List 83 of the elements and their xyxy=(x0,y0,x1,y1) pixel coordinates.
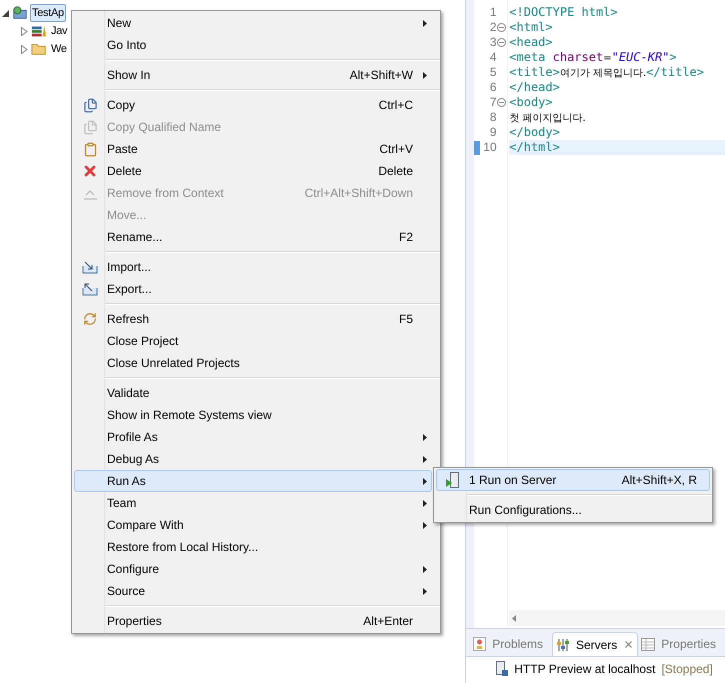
line-number: 7 xyxy=(488,95,497,110)
menu-item[interactable]: Import... xyxy=(74,256,432,278)
line-number: 10 xyxy=(482,140,497,155)
line-number: 4 xyxy=(488,50,497,65)
server-icon xyxy=(496,661,508,677)
code-line: </body> xyxy=(509,125,561,140)
menu-item[interactable]: Close Unrelated Projects xyxy=(74,352,432,374)
menu-item[interactable]: Export... xyxy=(74,278,432,300)
menu-item[interactable]: 1 Run on Server Alt+Shift+X, R xyxy=(436,469,710,491)
code-line: <!DOCTYPE html> xyxy=(509,5,619,20)
menu-item[interactable]: Run As xyxy=(74,470,432,492)
globe-project-icon xyxy=(12,5,28,21)
code-line: <title>여기가 제목입니다.</title> xyxy=(509,65,705,80)
folder-icon xyxy=(31,41,47,57)
run-server-icon xyxy=(445,472,459,488)
submenu-arrow-icon xyxy=(423,434,427,440)
copy-icon xyxy=(82,98,98,112)
menu-item[interactable]: Go Into xyxy=(74,34,432,56)
export-icon xyxy=(82,282,98,296)
tree-item[interactable]: Jav xyxy=(49,22,70,40)
server-status: [Stopped] xyxy=(661,661,713,678)
line-number: 8 xyxy=(488,110,497,125)
submenu-arrow-icon xyxy=(423,72,427,78)
panel-tab[interactable]: Servers xyxy=(552,632,638,656)
menu-item[interactable]: Properties Alt+Enter xyxy=(74,610,432,632)
menu-item[interactable]: Source xyxy=(74,580,432,602)
line-number: 5 xyxy=(488,65,497,80)
submenu-arrow-icon xyxy=(423,522,427,528)
menu-item[interactable]: Paste Ctrl+V xyxy=(74,138,432,160)
code-line: 첫 페이지입니다. xyxy=(509,112,587,125)
fold-icon[interactable] xyxy=(497,98,506,107)
code-line: <html> xyxy=(509,20,554,35)
expanded-caret-icon[interactable] xyxy=(2,10,9,16)
copy-icon xyxy=(82,120,98,134)
delete-icon xyxy=(82,163,98,179)
menu-item[interactable]: Configure xyxy=(74,558,432,580)
submenu-arrow-icon xyxy=(423,456,427,462)
server-name[interactable]: HTTP Preview at localhost xyxy=(514,660,656,678)
submenu-arrow-icon xyxy=(423,20,427,26)
tree-item[interactable]: We xyxy=(49,40,69,58)
menu-item[interactable]: Refresh F5 xyxy=(74,308,432,330)
clipboard-icon xyxy=(82,142,98,156)
close-icon[interactable] xyxy=(623,639,634,650)
menu-item[interactable]: Close Project xyxy=(74,330,432,352)
code-line: <head> xyxy=(509,35,554,50)
menu-item[interactable]: Delete Delete xyxy=(74,160,432,182)
code-line: <body> xyxy=(509,95,554,110)
menu-item[interactable]: Debug As xyxy=(74,448,432,470)
properties-icon xyxy=(641,638,656,650)
menu-item[interactable]: Team xyxy=(74,492,432,514)
menu-item[interactable]: Restore from Local History... xyxy=(74,536,432,558)
books-icon xyxy=(31,23,47,39)
cursor-marker-icon xyxy=(474,140,480,154)
submenu-arrow-icon xyxy=(423,588,427,594)
line-number: 2 xyxy=(488,20,497,35)
panel-tab[interactable]: Problems xyxy=(470,632,552,656)
panel-tab[interactable]: Properties xyxy=(638,632,725,656)
fold-icon[interactable] xyxy=(497,23,506,32)
menu-item[interactable]: Validate xyxy=(74,382,432,404)
scroll-left-icon[interactable] xyxy=(512,614,516,622)
menu-item[interactable]: Copy Ctrl+C xyxy=(74,94,432,116)
menu-item[interactable]: Show In Alt+Shift+W xyxy=(74,64,432,86)
submenu-arrow-icon xyxy=(423,566,427,572)
menu-item[interactable]: Compare With xyxy=(74,514,432,536)
horizontal-scrollbar[interactable] xyxy=(509,610,725,626)
fold-icon[interactable] xyxy=(497,38,506,47)
menu-item[interactable]: New xyxy=(74,12,432,34)
line-number: 3 xyxy=(488,35,497,50)
refresh-icon xyxy=(83,312,97,326)
submenu-arrow-icon xyxy=(423,478,427,484)
import-icon xyxy=(82,260,98,274)
tree-item[interactable]: TestAp xyxy=(30,4,66,22)
menu-item[interactable]: Rename... F2 xyxy=(74,226,432,248)
menu-item[interactable]: Show in Remote Systems view xyxy=(74,404,432,426)
line-number: 6 xyxy=(488,80,497,95)
servers-icon xyxy=(556,638,570,652)
menu-item[interactable]: Profile As xyxy=(74,426,432,448)
code-line: </head> xyxy=(509,80,561,95)
line-number: 9 xyxy=(488,125,497,140)
problems-icon xyxy=(473,637,486,651)
line-number: 1 xyxy=(488,5,497,20)
submenu-arrow-icon xyxy=(423,500,427,506)
code-line: <meta charset="EUC-KR"> xyxy=(509,50,678,65)
